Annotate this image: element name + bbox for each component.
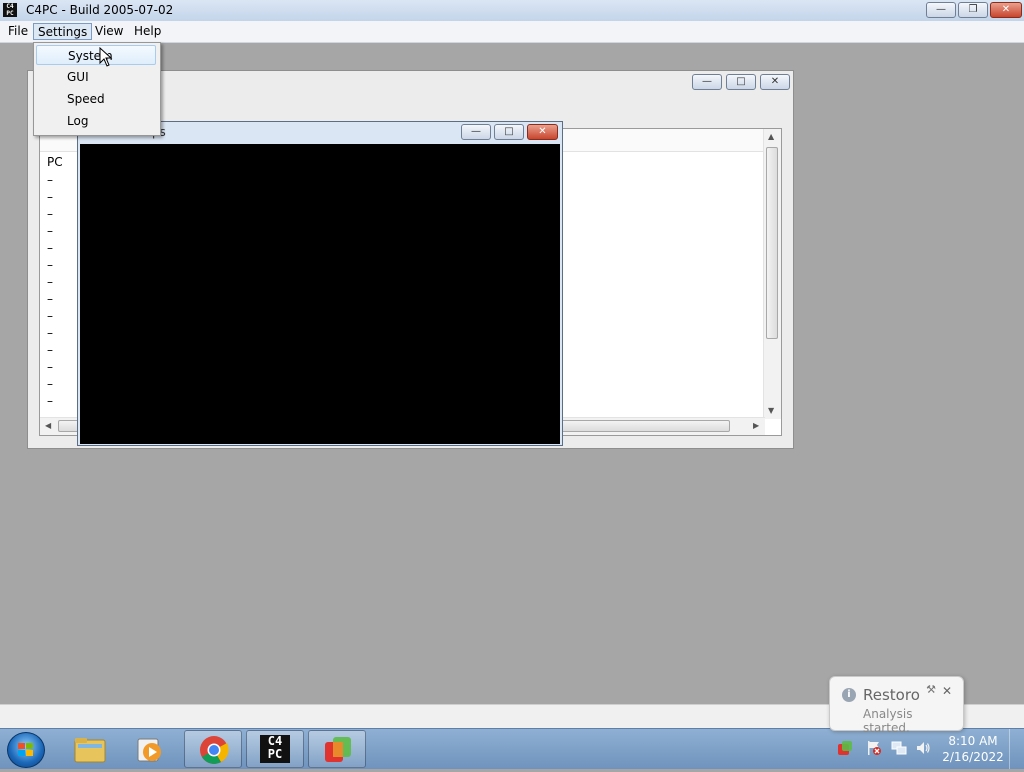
notification-close-icon[interactable]: ✕ — [942, 684, 952, 698]
app-title-bar: C4 PC C4PC - Build 2005-07-02 — ❐ ✕ — [0, 0, 1024, 22]
register-row: – — [47, 258, 53, 272]
taskbar-media-player-button[interactable] — [122, 730, 180, 768]
media-player-icon — [137, 738, 161, 762]
register-row: – — [47, 360, 53, 374]
chrome-icon — [200, 736, 229, 764]
register-row: – — [47, 241, 53, 255]
scroll-right-arrow-icon[interactable]: ▶ — [753, 421, 759, 430]
restoro-icon — [325, 737, 351, 762]
action-center-flag-icon[interactable] — [866, 740, 882, 756]
vertical-scrollbar[interactable]: ▲ ▼ — [763, 129, 781, 419]
register-row: – — [47, 394, 53, 408]
register-row: – — [47, 207, 53, 221]
settings-dropdown-menu: System GUI Speed Log — [33, 42, 161, 136]
menu-item-system[interactable]: System — [36, 45, 156, 65]
register-row: – — [47, 309, 53, 323]
window-title: C4PC - Build 2005-07-02 — [26, 3, 174, 17]
folder-icon — [74, 738, 106, 763]
restoro-tray-icon[interactable] — [837, 740, 853, 756]
pc-label: PC — [47, 155, 63, 169]
register-row: – — [47, 326, 53, 340]
lcd-window: LCD - 0 fps — □ ✕ — [77, 121, 563, 446]
register-row: – — [47, 173, 53, 187]
taskbar-c4pc-button[interactable]: C4 PC — [246, 730, 304, 768]
windows-logo-icon — [18, 743, 33, 756]
register-row: – — [47, 275, 53, 289]
register-row: – — [47, 343, 53, 357]
clock-time: 8:10 AM — [948, 734, 998, 748]
network-icon[interactable] — [891, 740, 907, 756]
info-icon: i — [842, 688, 856, 702]
register-row: – — [47, 292, 53, 306]
lcd-minimize-button[interactable]: — — [461, 124, 491, 140]
mouse-cursor-icon — [99, 47, 113, 67]
notification-message: Analysis started. — [863, 707, 913, 735]
lcd-screen — [80, 144, 560, 444]
menu-settings[interactable]: Settings — [33, 23, 93, 40]
lcd-close-button[interactable]: ✕ — [527, 124, 558, 140]
log-window-restore-button[interactable]: □ — [726, 74, 756, 90]
log-window-minimize-button[interactable]: — — [692, 74, 722, 90]
notification-title: Restoro — [863, 686, 920, 704]
log-window-close-button[interactable]: ✕ — [760, 74, 790, 90]
start-button[interactable] — [7, 732, 45, 768]
register-row: – — [47, 377, 53, 391]
show-desktop-button[interactable] — [1009, 729, 1024, 769]
c4pc-app-icon: C4 PC — [3, 3, 17, 17]
scroll-up-arrow-icon[interactable]: ▲ — [768, 132, 774, 141]
menu-file[interactable]: File — [4, 23, 32, 40]
close-button[interactable]: ✕ — [990, 2, 1022, 18]
vertical-scroll-thumb[interactable] — [766, 147, 778, 339]
c4pc-taskbar-icon: C4 PC — [260, 735, 290, 763]
lcd-restore-button[interactable]: □ — [494, 124, 524, 140]
register-list: ––––––––––––––– — [47, 172, 53, 427]
scroll-down-arrow-icon[interactable]: ▼ — [768, 406, 774, 415]
taskbar-chrome-button[interactable] — [184, 730, 242, 768]
menu-item-log[interactable]: Log — [36, 111, 156, 131]
speaker-volume-icon[interactable] — [915, 740, 931, 756]
register-row: – — [47, 224, 53, 238]
menu-bar: File Settings View Help — [0, 21, 1024, 43]
taskbar-restoro-button[interactable] — [308, 730, 366, 768]
register-row: – — [47, 190, 53, 204]
taskbar-explorer-button[interactable] — [60, 730, 118, 768]
clock-date: 2/16/2022 — [942, 750, 1004, 764]
menu-item-gui[interactable]: GUI — [36, 67, 156, 87]
system-clock[interactable]: 8:10 AM 2/16/2022 — [940, 733, 1006, 765]
menu-view[interactable]: View — [91, 23, 127, 40]
restore-button[interactable]: ❐ — [958, 2, 988, 18]
minimize-button[interactable]: — — [926, 2, 956, 18]
wrench-icon[interactable]: ⚒ — [926, 683, 936, 696]
menu-help[interactable]: Help — [130, 23, 165, 40]
menu-item-speed[interactable]: Speed — [36, 89, 156, 109]
scroll-left-arrow-icon[interactable]: ◀ — [45, 421, 51, 430]
restoro-notification[interactable]: i Restoro ⚒ ✕ Analysis started. — [829, 676, 964, 735]
